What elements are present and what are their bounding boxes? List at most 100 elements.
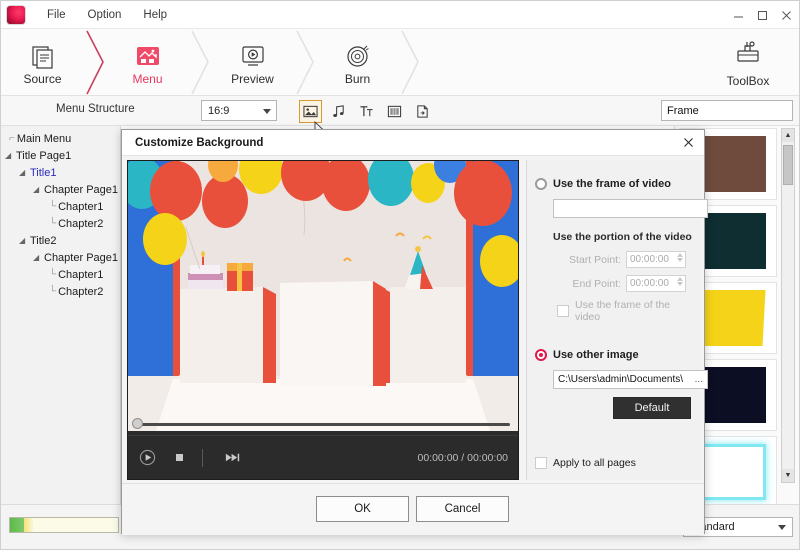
- window-controls: [727, 1, 797, 29]
- twisty-expanded-icon[interactable]: ◢: [33, 253, 41, 262]
- start-point-value: 00:00:00: [630, 254, 669, 265]
- start-point-stepper[interactable]: 00:00:00: [626, 251, 686, 268]
- title-bar: File Option Help: [1, 1, 800, 29]
- customize-background-dialog: Customize Background: [121, 129, 705, 534]
- tree-item-label: Chapter2: [58, 286, 103, 298]
- scroll-up-arrow-icon[interactable]: ▲: [782, 129, 794, 142]
- button-tool-icon[interactable]: [411, 100, 434, 123]
- next-frame-button[interactable]: [219, 445, 245, 471]
- tree-item-title2[interactable]: ◢ Title2: [1, 232, 120, 249]
- ribbon-steps: Source Menu: [1, 29, 421, 96]
- tree-line: └: [49, 269, 56, 280]
- menu-option[interactable]: Option: [77, 5, 133, 25]
- end-point-stepper[interactable]: 00:00:00: [626, 275, 686, 292]
- use-other-image-option[interactable]: Use other image: [535, 349, 693, 361]
- apply-to-all-pages-checkbox[interactable]: [535, 457, 547, 469]
- seek-handle[interactable]: [132, 418, 143, 429]
- browse-button[interactable]: ...: [695, 374, 703, 385]
- tree-item-title1[interactable]: ◢ Title1: [1, 164, 120, 181]
- twisty-expanded-icon[interactable]: ◢: [33, 185, 41, 194]
- video-path-input[interactable]: [553, 199, 708, 218]
- tree-item-chapter1[interactable]: └ Chapter1: [1, 198, 120, 215]
- seek-track[interactable]: [136, 423, 510, 426]
- scroll-down-arrow-icon[interactable]: ▼: [782, 469, 794, 482]
- apply-to-all-pages-label: Apply to all pages: [553, 457, 636, 469]
- use-frame-checkbox[interactable]: [557, 305, 569, 317]
- tree-item-chapter1-b[interactable]: └ Chapter1: [1, 266, 120, 283]
- play-button[interactable]: [134, 445, 160, 471]
- maximize-icon[interactable]: [751, 4, 773, 26]
- tree-item-label: Title1: [30, 167, 57, 179]
- tree-item-label: Chapter Page1: [44, 184, 118, 196]
- tree-item-chapter2-b[interactable]: └ Chapter2: [1, 283, 120, 300]
- menu-structure-label: Menu Structure: [56, 103, 135, 115]
- ribbon-step-preview[interactable]: Preview: [211, 29, 294, 96]
- ribbon-step-menu[interactable]: Menu: [106, 29, 189, 96]
- image-menu-icon: [135, 39, 161, 69]
- toolbox-label: ToolBox: [727, 74, 770, 88]
- default-button[interactable]: Default: [613, 397, 691, 419]
- tree-line: ⌐: [9, 133, 15, 144]
- monitor-play-icon: [240, 39, 266, 69]
- tree-item-label: Title Page1: [16, 150, 71, 162]
- ribbon-separator-1: [84, 29, 106, 96]
- twisty-expanded-icon[interactable]: ◢: [19, 236, 27, 245]
- aspect-ratio-select[interactable]: 16:9: [201, 100, 277, 121]
- tree-item-label: Chapter Page1: [44, 252, 118, 264]
- twisty-expanded-icon[interactable]: ◢: [19, 168, 27, 177]
- ribbon-step-source[interactable]: Source: [1, 29, 84, 96]
- background-image-tool-icon[interactable]: [299, 100, 322, 123]
- apply-to-all-pages-row[interactable]: Apply to all pages: [535, 457, 636, 469]
- disc-burn-icon: [345, 39, 371, 69]
- menu-help[interactable]: Help: [132, 5, 178, 25]
- tree-item-label: Main Menu: [17, 133, 71, 145]
- tree-item-label: Chapter1: [58, 269, 103, 281]
- scrollbar-thumb[interactable]: [783, 145, 793, 185]
- ok-button[interactable]: OK: [316, 496, 409, 522]
- cancel-button[interactable]: Cancel: [416, 496, 509, 522]
- use-frame-of-video-radio[interactable]: [535, 178, 547, 190]
- stop-button[interactable]: [166, 445, 192, 471]
- minimize-icon[interactable]: [727, 4, 749, 26]
- seek-bar[interactable]: [128, 417, 518, 431]
- background-tools: [299, 99, 434, 123]
- dialog-title: Customize Background: [135, 137, 263, 149]
- video-preview-panel: 00:00:00 / 00:00:00: [127, 160, 519, 480]
- ribbon-step-preview-label: Preview: [231, 72, 274, 86]
- frame-name-input[interactable]: Frame: [661, 100, 793, 121]
- template-scrollbar[interactable]: ▲ ▼: [781, 128, 795, 483]
- use-frame-of-video-option[interactable]: Use the frame of video: [535, 178, 693, 190]
- tree-item-label: Chapter2: [58, 218, 103, 230]
- dialog-body: 00:00:00 / 00:00:00 Use the frame of vid…: [122, 156, 704, 535]
- close-dialog-icon[interactable]: [679, 133, 698, 152]
- document-stack-icon: [30, 39, 56, 69]
- tree-item-title-page1[interactable]: ◢ Title Page1: [1, 147, 120, 164]
- tree-item-main-menu[interactable]: ⌐ Main Menu: [1, 130, 120, 147]
- toolbox-button[interactable]: ToolBox: [705, 29, 791, 96]
- app-logo-icon: [6, 5, 26, 25]
- menu-bar: File Option Help: [36, 5, 178, 25]
- capacity-buffer-segment: [24, 518, 33, 532]
- ribbon-step-burn[interactable]: Burn: [316, 29, 399, 96]
- background-music-tool-icon[interactable]: [327, 100, 350, 123]
- control-divider: [202, 449, 203, 467]
- use-frame-checkbox-label: Use the frame of the video: [575, 299, 693, 323]
- tree-item-chapter-page1-b[interactable]: ◢ Chapter Page1: [1, 249, 120, 266]
- dialog-title-bar: Customize Background: [122, 130, 704, 156]
- use-frame-checkbox-row[interactable]: Use the frame of the video: [557, 299, 693, 323]
- player-time-display: 00:00:00 / 00:00:00: [418, 452, 509, 464]
- end-point-label: End Point:: [557, 278, 621, 290]
- chevron-down-icon: [778, 525, 786, 530]
- use-other-image-radio[interactable]: [535, 349, 547, 361]
- tree-item-chapter-page1[interactable]: ◢ Chapter Page1: [1, 181, 120, 198]
- tree-item-chapter2[interactable]: └ Chapter2: [1, 215, 120, 232]
- frame-tool-icon[interactable]: [383, 100, 406, 123]
- image-path-input[interactable]: C:\Users\admin\Documents\ ...: [553, 370, 708, 389]
- stepper-arrows-icon[interactable]: [677, 277, 683, 286]
- close-icon[interactable]: [775, 4, 797, 26]
- stepper-arrows-icon[interactable]: [677, 253, 683, 262]
- menu-file[interactable]: File: [36, 5, 77, 25]
- twisty-expanded-icon[interactable]: ◢: [5, 151, 13, 160]
- text-tool-icon[interactable]: [355, 100, 378, 123]
- application-window: File Option Help: [0, 0, 800, 550]
